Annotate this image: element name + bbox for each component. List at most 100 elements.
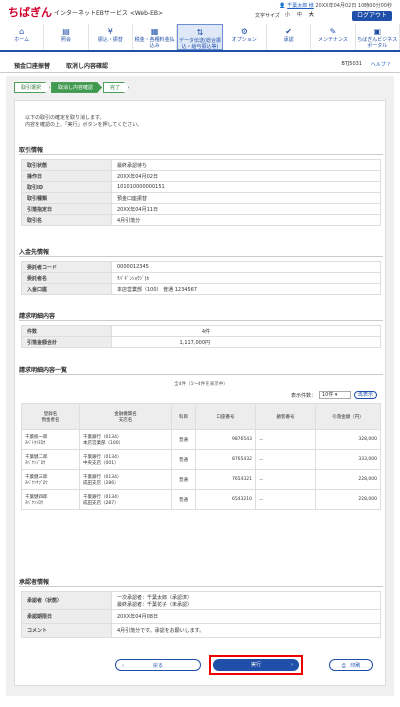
option-icon: ⚙	[240, 27, 248, 36]
nav-business[interactable]: ▣ ちばぎんビジネスポータル	[356, 24, 400, 50]
bank-logo[interactable]: ちばぎん インターネットEBサービス <Web-EB>	[8, 4, 163, 20]
field-value: 4月引落分です。承認をお願いします。	[111, 623, 381, 638]
field-value: ﾁﾊﾞｷﾞﾝｼｮｳｼﾞ(ｶ	[111, 272, 381, 284]
cell-type: 普通	[171, 489, 196, 510]
field-label: 取引名	[21, 214, 112, 226]
field-label: 取引種類	[21, 192, 112, 204]
cell-customer: －	[255, 469, 316, 490]
field-value: 4月引落分	[111, 214, 381, 226]
branch-name: 成田支店（287）	[83, 500, 119, 506]
font-small-button[interactable]: 小	[283, 11, 292, 20]
cell-type: 普通	[171, 449, 196, 470]
cell-name: 千葉健三郎 ﾁﾊﾞｹﾝｻﾌﾞﾛｳ	[21, 469, 80, 490]
section-title-requester: 入金先情報	[19, 249, 50, 256]
nav-label: 振込・振替	[97, 37, 123, 43]
table-row: 千葉健三郎 ﾁﾊﾞｹﾝｻﾌﾞﾛｳ 千葉銀行（0134） 成田支店（286） 普通 7…	[21, 469, 381, 490]
chevron-left-icon: ‹	[122, 663, 124, 669]
depositor-kana: ﾁﾊﾞﾄｳｲﾁﾛｳ	[25, 440, 46, 446]
business-icon: ▣	[373, 27, 382, 36]
cell-bank: 千葉銀行（0134） 成田支店（286）	[79, 469, 172, 490]
nav-maintenance[interactable]: ✎ メンテナンス	[311, 24, 356, 50]
intro-line: 内容を確認の上、「実行」ボタンを押してください。	[25, 122, 143, 128]
field-label: 委託者名	[21, 272, 112, 284]
field-label: 承認者（状態）	[21, 591, 112, 610]
logout-button[interactable]: ログアウト	[352, 11, 392, 21]
approver-info-table: 承認者（状態） 一次承認者：千葉太郎（承認済） 最終承認者：千葉花子（未承認） 承認…	[21, 591, 381, 638]
cell-type: 普通	[171, 469, 196, 490]
field-value: 預金口座振替	[111, 192, 381, 204]
help-link[interactable]: ヘルプ ?	[371, 61, 390, 68]
list-count: 全4件（1～4件を表示中）	[174, 382, 228, 387]
col-header: 顧客番号	[255, 403, 316, 430]
approver-final: 最終承認者：千葉花子（未承認）	[117, 601, 193, 608]
approver-first: 一次承認者：千葉太郎（承認済）	[117, 594, 193, 601]
step-confirm: 取消し内容確認	[51, 82, 102, 93]
cell-account: 6543210	[195, 489, 256, 510]
nav-label: メンテナンス	[318, 37, 348, 43]
nav-home[interactable]: ⌂ ホーム	[0, 24, 45, 50]
nav-inquiry[interactable]: ▤ 照会	[44, 24, 89, 50]
table-row: 取引種類 預金口座振替	[21, 192, 381, 204]
font-big-button[interactable]: 大	[307, 11, 316, 20]
table-row: 委託者コード 0000012345	[21, 261, 381, 273]
approve-icon: ✔	[285, 27, 292, 36]
step-select: 取引選択	[14, 82, 50, 93]
redisplay-button[interactable]: 再表示	[353, 391, 377, 399]
page-subheader: 預金口座振替 取消し内容確認 BTJ5031 ヘルプ ?	[0, 55, 400, 73]
back-label: 戻る	[152, 663, 163, 669]
nav-label: 承認	[283, 37, 294, 43]
user-info: 👤 千葉太郎 様 20XX年04月02日 10時00分00秒	[279, 2, 392, 9]
maintenance-icon: ✎	[329, 27, 337, 36]
branch-name: 中央支店（001）	[83, 460, 119, 466]
cell-bank: 千葉銀行（0134） 中央支店（001）	[79, 449, 172, 470]
screen-id: BTJ5031	[341, 61, 362, 67]
font-size-label: 文字サイズ	[255, 13, 280, 19]
nav-option[interactable]: ⚙ オプション	[223, 24, 267, 50]
field-label: 件数	[21, 325, 112, 337]
nav-tax[interactable]: ▦ 税金・各種料金払込み	[133, 24, 178, 50]
back-button[interactable]: ‹ 戻る	[115, 659, 201, 671]
divider	[19, 374, 383, 375]
cell-name: 千葉健二郎 ﾁﾊﾞｹﾝｼﾞﾛｳ	[21, 449, 80, 470]
nav-approve[interactable]: ✔ 承認	[267, 24, 312, 50]
font-mid-button[interactable]: 中	[295, 11, 304, 20]
per-page-select[interactable]: 10件 ▾	[318, 391, 351, 399]
page-title: 取消し内容確認	[66, 63, 109, 70]
printer-icon: ⎙	[341, 663, 346, 669]
detail-table: 登録名 預金者名 金融機関名 支店名 科目 口座番号 顧客番号 引落金額（円） …	[21, 403, 381, 510]
table-header-row: 登録名 預金者名 金融機関名 支店名 科目 口座番号 顧客番号 引落金額（円）	[21, 403, 381, 430]
trans-info-table: 取引状態 最終承認待ち 操作日 20XX年04月02日 取引ID 1010100000…	[21, 159, 381, 226]
cell-account: 9876543	[195, 429, 256, 450]
cell-amount: 328,000	[315, 429, 381, 450]
per-page-control: 表示件数： 10件 ▾ 再表示	[291, 391, 377, 399]
nav-data[interactable]: ⇅ データ伝送(総合振込・給与振込等)	[177, 24, 223, 50]
nav-label: オプション	[231, 37, 257, 43]
user-name-link[interactable]: 千葉太郎 様	[287, 3, 314, 9]
cell-account: 7654321	[195, 469, 256, 490]
header: ちばぎん インターネットEBサービス <Web-EB> 👤 千葉太郎 様 20X…	[0, 0, 400, 22]
nav-label: 照会	[60, 37, 71, 43]
table-row: 入金口座 本店営業部（100） 普通 1234567	[21, 283, 381, 295]
print-button[interactable]: ⎙ 印刷	[329, 659, 373, 671]
field-label: 入金口座	[21, 283, 112, 295]
table-row: 取引名 4月引落分	[21, 214, 381, 226]
divider	[19, 586, 383, 587]
nav-transfer[interactable]: ¥ 振込・振替	[89, 24, 133, 50]
requester-info-table: 委託者コード 0000012345 委託者名 ﾁﾊﾞｷﾞﾝｼｮｳｼﾞ(ｶ 入金口座本…	[21, 261, 381, 295]
nav-label: データ伝送(総合振込・給与振込等)	[179, 38, 221, 50]
cell-bank: 千葉銀行（0134） 本店営業部（100）	[79, 429, 172, 450]
cell-name: 千葉健四郎 ﾁﾊﾞｹﾝｼﾛｳ	[21, 489, 80, 510]
inquiry-icon: ▤	[62, 27, 70, 36]
section-title-approver: 承認者情報	[19, 579, 50, 586]
col-header: 引落金額（円）	[315, 403, 381, 430]
main-area: 取引選択 取消し内容確認 完了 以下の取引の確定を取り消します。 内容を確認の上…	[6, 76, 394, 696]
table-row: 取引ID 101010000000151	[21, 181, 381, 193]
col-header: 科目	[171, 403, 196, 430]
branch-name: 成田支店（286）	[83, 480, 119, 486]
table-row: 千葉健四郎 ﾁﾊﾞｹﾝｼﾛｳ 千葉銀行（0134） 成田支店（287） 普通 654…	[21, 489, 381, 510]
table-row: 件数 4件	[21, 325, 381, 337]
intro-line: 以下の取引の確定を取り消します。	[25, 115, 105, 121]
field-label: 操作日	[21, 170, 112, 182]
field-value: 20XX年04月11日	[111, 203, 381, 215]
cell-amount: 228,000	[315, 469, 381, 490]
